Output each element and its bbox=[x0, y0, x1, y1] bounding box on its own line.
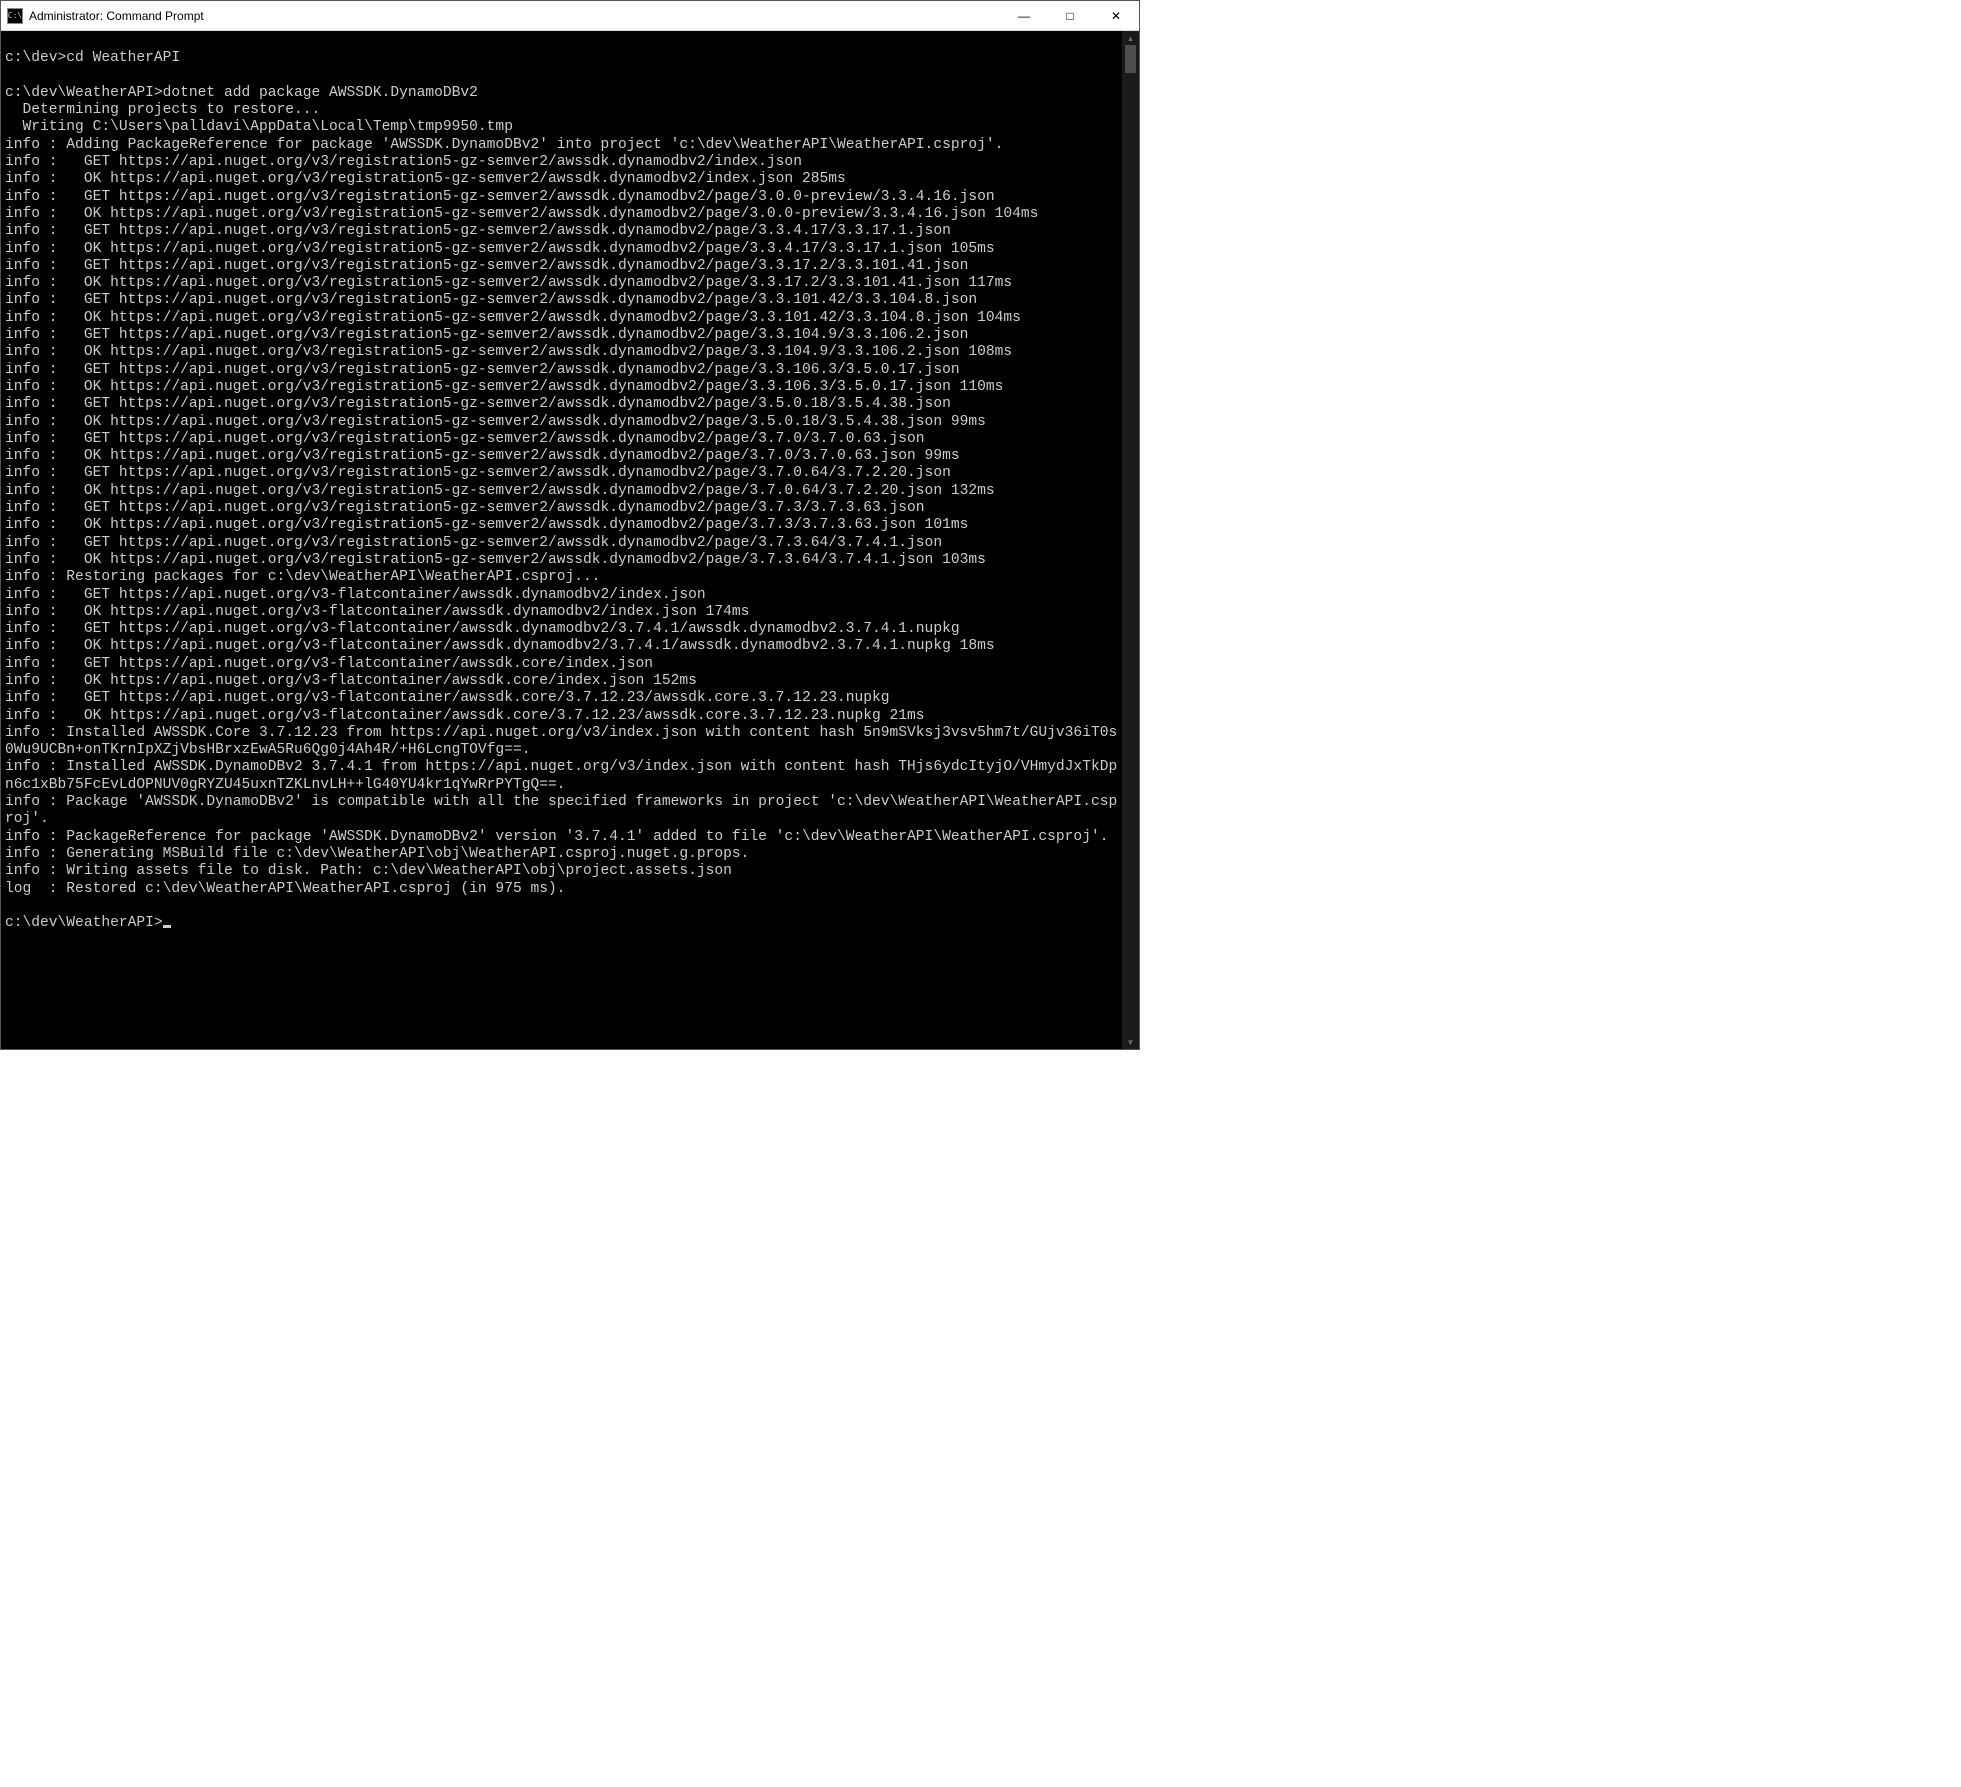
cmd-icon: C:\ bbox=[7, 8, 23, 24]
command-prompt-window: C:\ Administrator: Command Prompt — □ ✕ … bbox=[0, 0, 1140, 1050]
cursor bbox=[163, 925, 171, 928]
titlebar[interactable]: C:\ Administrator: Command Prompt — □ ✕ bbox=[1, 1, 1139, 31]
scroll-down-icon[interactable]: ▼ bbox=[1122, 1035, 1139, 1049]
maximize-button[interactable]: □ bbox=[1047, 1, 1093, 30]
terminal-area: c:\dev>cd WeatherAPI c:\dev\WeatherAPI>d… bbox=[1, 31, 1139, 1049]
scroll-thumb[interactable] bbox=[1125, 45, 1136, 73]
window-controls: — □ ✕ bbox=[1001, 1, 1139, 30]
terminal-output[interactable]: c:\dev>cd WeatherAPI c:\dev\WeatherAPI>d… bbox=[1, 31, 1122, 1049]
close-button[interactable]: ✕ bbox=[1093, 1, 1139, 30]
scroll-up-icon[interactable]: ▲ bbox=[1122, 31, 1139, 45]
minimize-button[interactable]: — bbox=[1001, 1, 1047, 30]
window-title: Administrator: Command Prompt bbox=[29, 9, 1001, 23]
scrollbar[interactable]: ▲ ▼ bbox=[1122, 31, 1139, 1049]
